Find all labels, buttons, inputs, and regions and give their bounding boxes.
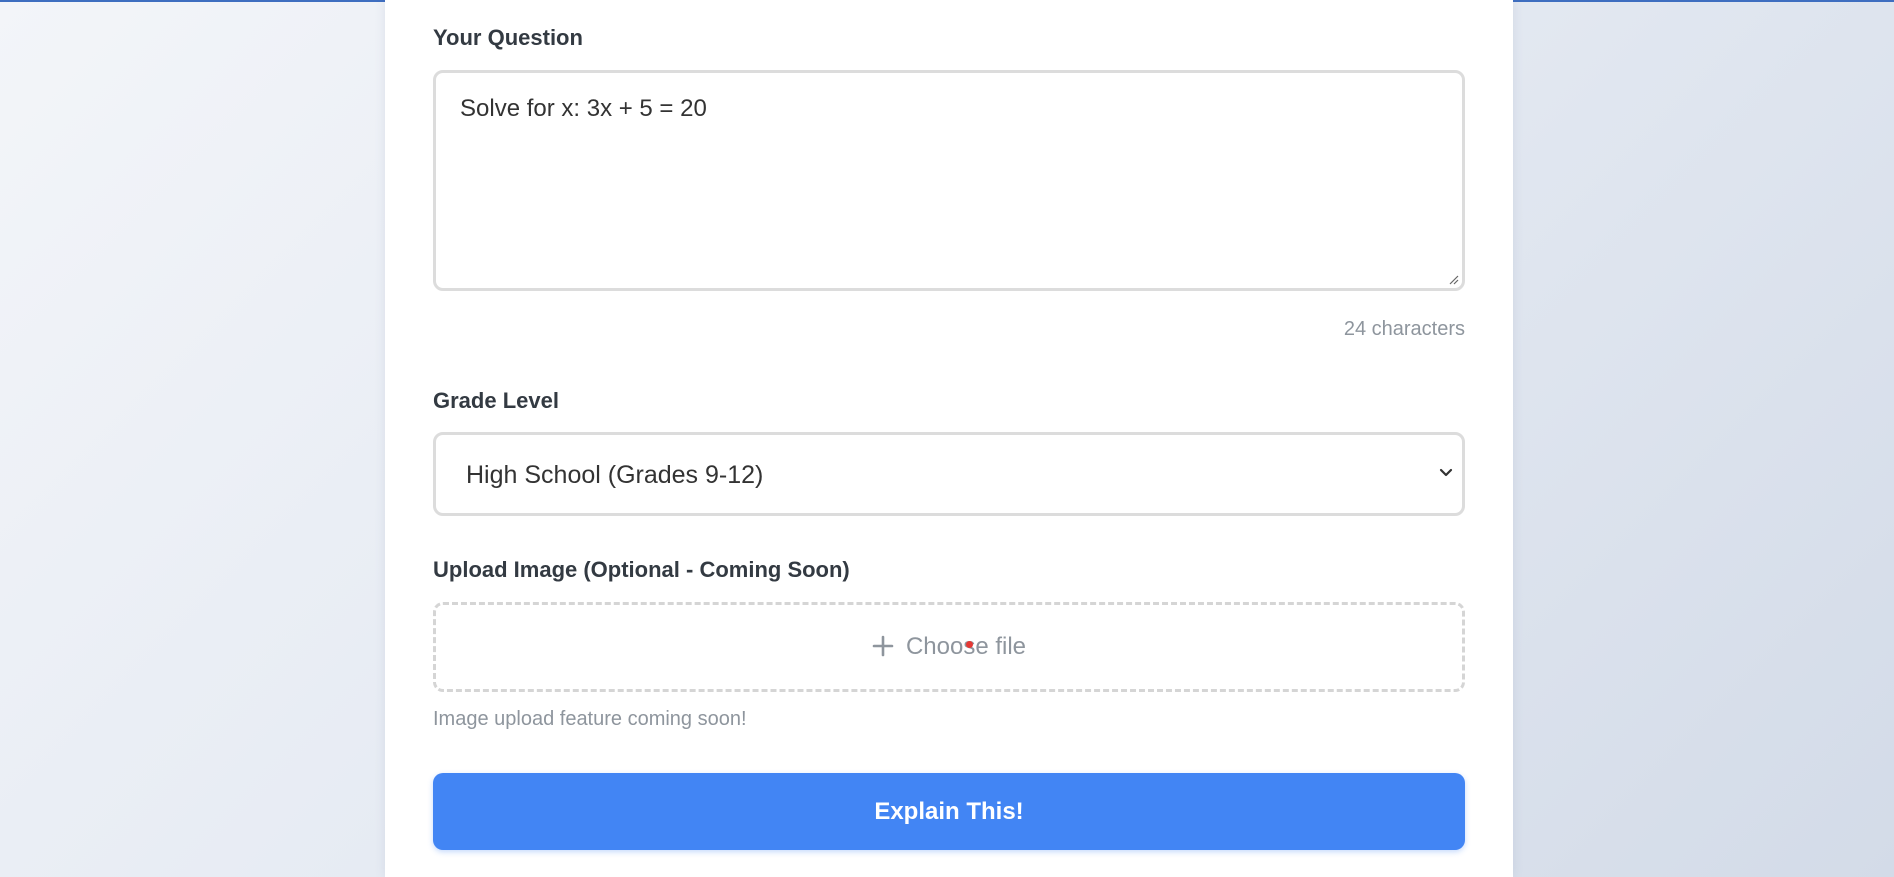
- grade-level-label: Grade Level: [433, 388, 559, 413]
- question-textarea[interactable]: Solve for x: 3x + 5 = 20: [433, 70, 1465, 291]
- grade-level-select[interactable]: High School (Grades 9-12): [433, 432, 1465, 516]
- upload-hint-text: Image upload feature coming soon!: [433, 708, 747, 730]
- question-label: Your Question: [433, 25, 583, 50]
- explain-button[interactable]: Explain This!: [433, 773, 1465, 850]
- grade-level-selected-value: High School (Grades 9-12): [466, 461, 764, 489]
- character-count: 24 characters: [1343, 318, 1465, 340]
- upload-dropzone[interactable]: Choose file: [433, 602, 1465, 692]
- chevron-down-icon: [1439, 468, 1453, 477]
- mouse-cursor: [966, 641, 973, 648]
- plus-icon: [872, 635, 894, 657]
- question-form-card: Your Question Solve for x: 3x + 5 = 20 2…: [385, 0, 1513, 877]
- upload-image-label: Upload Image (Optional - Coming Soon): [433, 557, 850, 582]
- question-text: Solve for x: 3x + 5 = 20: [460, 95, 707, 122]
- resize-handle-icon[interactable]: [1447, 273, 1459, 285]
- choose-file-button[interactable]: Choose file: [436, 633, 1462, 661]
